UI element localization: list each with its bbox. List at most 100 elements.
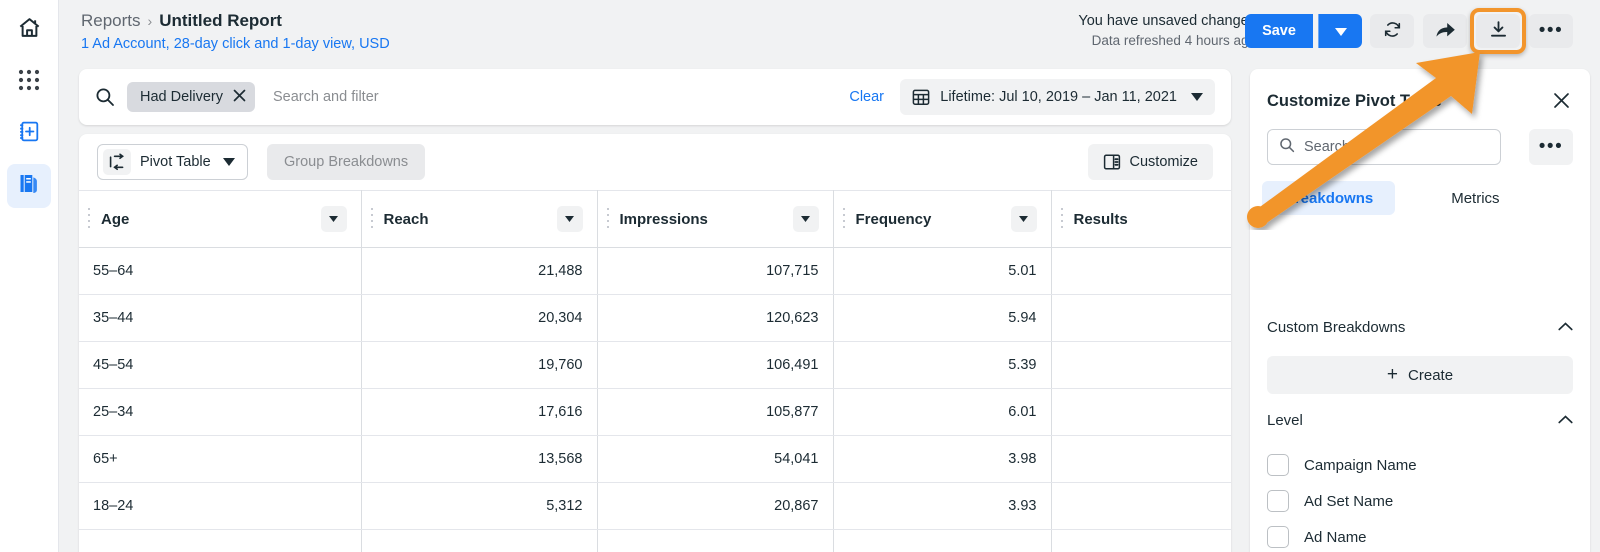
column-header-frequency[interactable]: Frequency bbox=[833, 190, 1052, 248]
table-body: 55–64 21,488 107,715 5.01 35–44 20,304 1… bbox=[79, 247, 1231, 552]
breadcrumb-separator: › bbox=[147, 13, 153, 29]
column-header-age[interactable]: Age bbox=[79, 190, 362, 248]
table-row[interactable]: 25–34 17,616 105,877 6.01 bbox=[79, 388, 1231, 436]
cell-frequency: 5.01 bbox=[833, 247, 1052, 295]
chevron-up-icon[interactable] bbox=[1558, 318, 1573, 336]
download-icon bbox=[1489, 20, 1508, 42]
plus-icon: + bbox=[1386, 364, 1399, 385]
sidebar-item-reports[interactable] bbox=[7, 164, 51, 208]
cell-age: 35–44 bbox=[79, 294, 362, 342]
breadcrumb-reports-link[interactable]: Reports bbox=[81, 11, 141, 31]
column-header-impressions[interactable]: Impressions bbox=[597, 190, 834, 248]
filter-chip-label: Had Delivery bbox=[140, 89, 223, 105]
close-panel-button[interactable] bbox=[1546, 88, 1576, 118]
column-drag-handle[interactable] bbox=[369, 206, 374, 232]
column-drag-handle[interactable] bbox=[87, 206, 91, 232]
column-menu-button[interactable] bbox=[320, 206, 347, 232]
customize-label: Customize bbox=[1129, 154, 1199, 170]
tab-metrics[interactable]: Metrics bbox=[1429, 181, 1521, 215]
table-row[interactable]: 18–24 5,312 20,867 3.93 bbox=[79, 482, 1231, 530]
close-icon bbox=[1553, 92, 1570, 114]
date-range-picker[interactable]: Lifetime: Jul 10, 2019 – Jan 11, 2021 bbox=[900, 79, 1215, 115]
checkbox[interactable] bbox=[1267, 490, 1289, 512]
chevron-up-icon[interactable] bbox=[1558, 411, 1573, 429]
column-menu-button[interactable] bbox=[1010, 206, 1037, 232]
panel-search-input[interactable]: Search bbox=[1267, 129, 1501, 165]
refresh-button[interactable] bbox=[1370, 14, 1414, 48]
checkbox[interactable] bbox=[1267, 526, 1289, 548]
group-breakdowns-label: Group Breakdowns bbox=[284, 154, 409, 170]
cell-results bbox=[1051, 294, 1231, 342]
save-options-button[interactable] bbox=[1318, 14, 1362, 48]
column-header-results[interactable]: Results bbox=[1051, 190, 1231, 248]
panel-more-options-button[interactable]: ••• bbox=[1529, 129, 1573, 165]
more-options-button[interactable]: ••• bbox=[1529, 14, 1573, 48]
column-header-reach[interactable]: Reach bbox=[361, 190, 598, 248]
top-header-bar: Reports › Untitled Report 1 Ad Account, … bbox=[59, 0, 1600, 62]
cell-results bbox=[1051, 341, 1231, 389]
save-button[interactable]: Save bbox=[1245, 14, 1313, 48]
checkbox[interactable] bbox=[1267, 454, 1289, 476]
app-root: Reports › Untitled Report 1 Ad Account, … bbox=[0, 0, 1600, 552]
table-row[interactable]: 65+ 13,568 54,041 3.98 bbox=[79, 435, 1231, 483]
section-title: Custom Breakdowns bbox=[1267, 318, 1406, 336]
view-type-selector[interactable]: Pivot Table bbox=[97, 144, 248, 180]
cell-reach: 20,304 bbox=[361, 294, 598, 342]
column-drag-handle[interactable] bbox=[1059, 206, 1064, 232]
search-input[interactable]: Search and filter bbox=[273, 89, 379, 105]
share-button[interactable] bbox=[1423, 14, 1467, 48]
report-scope-link[interactable]: 1 Ad Account, 28-day click and 1-day vie… bbox=[81, 36, 390, 52]
create-label: Create bbox=[1408, 366, 1454, 384]
section-level[interactable]: Level bbox=[1267, 411, 1573, 429]
column-header-label: Frequency bbox=[855, 210, 932, 228]
column-drag-handle[interactable] bbox=[841, 206, 846, 232]
download-button[interactable] bbox=[1476, 14, 1520, 48]
section-custom-breakdowns[interactable]: Custom Breakdowns bbox=[1267, 318, 1573, 336]
list-item-label: Ad Set Name bbox=[1304, 492, 1394, 510]
cell-age: 18–24 bbox=[79, 482, 362, 530]
cell-age: 45–54 bbox=[79, 341, 362, 389]
left-nav-rail bbox=[0, 0, 59, 552]
close-icon[interactable] bbox=[233, 89, 246, 105]
table-toolbar: Pivot Table Group Breakdowns Customize bbox=[79, 134, 1231, 190]
tab-label: Metrics bbox=[1451, 189, 1500, 207]
list-item[interactable]: Campaign Name bbox=[1267, 447, 1573, 483]
list-item[interactable]: Ad Set Name bbox=[1267, 483, 1573, 519]
group-breakdowns-button[interactable]: Group Breakdowns bbox=[267, 144, 426, 180]
cell-frequency bbox=[833, 529, 1052, 552]
cell-frequency: 6.01 bbox=[833, 388, 1052, 436]
cell-impressions: 105,877 bbox=[597, 388, 834, 436]
table-row[interactable] bbox=[79, 529, 1231, 552]
customize-panel: Customize Pivot Table Search ••• Breakdo… bbox=[1250, 69, 1590, 552]
sidebar-item-home[interactable] bbox=[7, 8, 51, 52]
tab-breakdowns[interactable]: Breakdowns bbox=[1262, 181, 1396, 215]
cell-results bbox=[1051, 247, 1231, 295]
search-icon bbox=[1279, 137, 1295, 158]
cell-frequency: 3.93 bbox=[833, 482, 1052, 530]
share-icon bbox=[1435, 20, 1456, 42]
table-row[interactable]: 35–44 20,304 120,623 5.94 bbox=[79, 294, 1231, 342]
filter-chip-had-delivery[interactable]: Had Delivery bbox=[127, 82, 255, 112]
cell-impressions: 54,041 bbox=[597, 435, 834, 483]
cell-impressions: 106,491 bbox=[597, 341, 834, 389]
list-item[interactable]: Ad Name bbox=[1267, 519, 1573, 552]
cell-age: 25–34 bbox=[79, 388, 362, 436]
cell-results bbox=[1051, 435, 1231, 483]
cell-impressions: 107,715 bbox=[597, 247, 834, 295]
table-row[interactable]: 45–54 19,760 106,491 5.39 bbox=[79, 341, 1231, 389]
cell-impressions: 20,867 bbox=[597, 482, 834, 530]
save-status: You have unsaved changes Data refreshed … bbox=[1078, 12, 1256, 50]
cell-results bbox=[1051, 482, 1231, 530]
table-row[interactable]: 55–64 21,488 107,715 5.01 bbox=[79, 247, 1231, 295]
page-title: Untitled Report bbox=[159, 11, 282, 30]
customize-button[interactable]: Customize bbox=[1087, 144, 1213, 180]
more-options-icon: ••• bbox=[1538, 136, 1564, 157]
section-title: Level bbox=[1267, 411, 1303, 429]
column-drag-handle[interactable] bbox=[605, 206, 610, 232]
column-menu-button[interactable] bbox=[792, 206, 819, 232]
column-menu-button[interactable] bbox=[556, 206, 583, 232]
sidebar-item-all-tools[interactable] bbox=[7, 60, 51, 104]
create-breakdown-button[interactable]: + Create bbox=[1267, 356, 1573, 394]
sidebar-item-create-report[interactable] bbox=[7, 112, 51, 156]
clear-filters-link[interactable]: Clear bbox=[849, 89, 884, 105]
